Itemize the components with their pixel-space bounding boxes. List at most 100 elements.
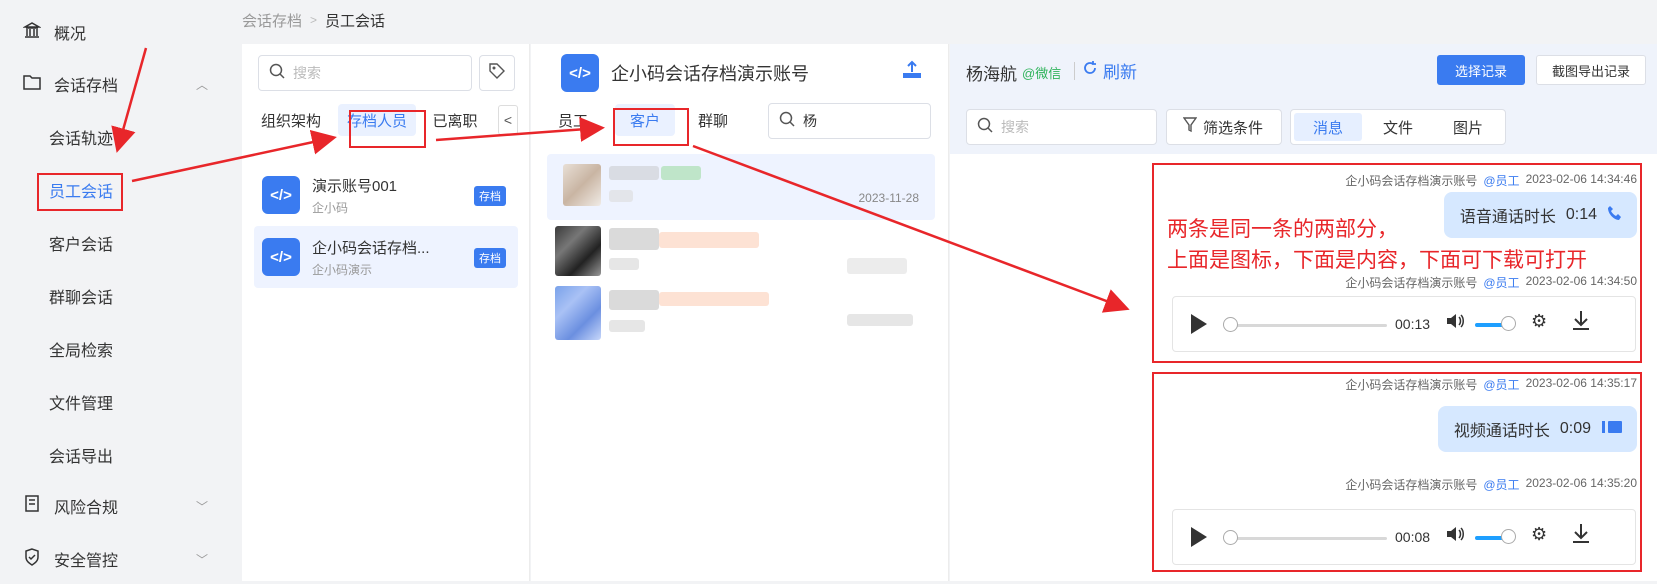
message-search-input[interactable]: 搜索 — [966, 109, 1157, 145]
account-row[interactable]: </> 演示账号001 企小码 存档 — [254, 164, 518, 226]
tab-org-structure[interactable]: 组织架构 — [252, 104, 330, 136]
blurred-name — [609, 228, 659, 250]
progress-knob[interactable] — [1223, 530, 1238, 545]
nav-label: 会话存档 — [54, 78, 119, 95]
search-icon — [779, 111, 795, 132]
nav-file-management[interactable]: 文件管理 — [0, 377, 230, 427]
segment-images[interactable]: 图片 — [1434, 113, 1502, 141]
avatar — [563, 164, 601, 206]
message-time: 2023-02-06 14:35:17 — [1525, 376, 1637, 390]
account-name: 演示账号001 — [312, 177, 398, 195]
refresh-label: 刷新 — [1103, 63, 1137, 82]
nav-customer-chat[interactable]: 客户会话 — [0, 218, 230, 268]
avatar — [555, 226, 601, 276]
sender-name: 企小码会话存档演示账号 — [1345, 174, 1478, 188]
list-item-date: 2023-11-28 — [858, 191, 920, 205]
nav-chat-trace[interactable]: 会话轨迹 — [0, 112, 230, 162]
call-duration: 0:09 — [1559, 420, 1591, 437]
progress-track[interactable] — [1231, 324, 1387, 327]
message-time: 2023-02-06 14:34:50 — [1525, 274, 1637, 288]
gear-icon[interactable]: ⚙ — [1531, 311, 1547, 332]
sender-name: 企小码会话存档演示账号 — [1345, 276, 1478, 290]
staff-search-input[interactable]: 搜索 — [258, 55, 472, 91]
message-type-segment: 消息 文件 图片 — [1290, 109, 1506, 145]
chat-search-input[interactable]: 杨 — [768, 103, 931, 139]
audio-player: 00:13 ⚙ — [1172, 296, 1636, 352]
voice-call-bubble[interactable]: 语音通话时长 0:14 — [1443, 192, 1637, 238]
select-records-button[interactable]: 选择记录 — [1437, 55, 1525, 85]
nav-label: 安全管控 — [54, 553, 119, 570]
message-meta: 企小码会话存档演示账号 @员工 2023-02-06 14:35:17 — [1345, 376, 1637, 393]
phone-icon — [1607, 205, 1623, 226]
tag-filter-button[interactable] — [479, 55, 515, 91]
breadcrumb-parent[interactable]: 会话存档 — [242, 10, 302, 31]
archive-badge: 存档 — [474, 186, 506, 206]
staff-panel: 搜索 组织架构 存档人员 已离职 < </> 演示账号001 企小码 存档 </… — [242, 44, 530, 581]
tab-staff[interactable]: 员工 — [543, 104, 603, 136]
list-item[interactable] — [547, 284, 935, 344]
annotation-text-line2: 上面是图标，下面是内容，下面可下载可打开 — [1167, 249, 1587, 272]
archive-badge: 存档 — [474, 248, 506, 268]
sender-name: 企小码会话存档演示账号 — [1345, 478, 1478, 492]
play-icon[interactable] — [1191, 314, 1207, 334]
nav-security[interactable]: 安全管控 ﹀ — [0, 534, 230, 584]
collapse-left-icon[interactable]: < — [498, 105, 518, 135]
search-icon — [977, 117, 993, 138]
contact-name: 杨海航 — [966, 65, 1017, 84]
blurred-tag — [659, 232, 759, 248]
code-logo-icon: </> — [262, 238, 300, 276]
tab-resigned[interactable]: 已离职 — [422, 104, 488, 136]
list-item[interactable]: 2023-11-28 — [547, 154, 935, 220]
nav-global-search[interactable]: 全局检索 — [0, 324, 230, 374]
tab-customer[interactable]: 客户 — [615, 104, 675, 136]
volume-knob[interactable] — [1501, 529, 1516, 544]
account-row[interactable]: </> 企小码会话存档... 企小码演示 存档 — [254, 226, 518, 288]
player-time: 00:13 — [1395, 316, 1431, 332]
nav-chat-archive[interactable]: 会话存档 ︿ — [0, 59, 230, 109]
refresh-button[interactable]: 刷新 — [1082, 58, 1137, 83]
tab-group[interactable]: 群聊 — [683, 104, 743, 136]
message-meta: 企小码会话存档演示账号 @员工 2023-02-06 14:35:20 — [1345, 476, 1637, 493]
segment-files[interactable]: 文件 — [1364, 113, 1432, 141]
volume-icon[interactable] — [1445, 312, 1465, 335]
refresh-icon — [1082, 60, 1098, 81]
sort-icon[interactable] — [901, 60, 923, 85]
tab-archived-staff[interactable]: 存档人员 — [338, 104, 416, 136]
audio-player: 00:08 ⚙ — [1172, 509, 1636, 565]
message-meta: 企小码会话存档演示账号 @员工 2023-02-06 14:34:50 — [1345, 274, 1637, 291]
nav-risk-compliance[interactable]: 风险合规 ﹀ — [0, 481, 230, 531]
sender-name: 企小码会话存档演示账号 — [1345, 378, 1478, 392]
sender-role: @员工 — [1483, 478, 1520, 492]
progress-knob[interactable] — [1223, 317, 1238, 332]
filter-label: 筛选条件 — [1203, 119, 1264, 137]
code-logo-icon: </> — [561, 54, 599, 92]
nav-label: 概况 — [54, 26, 87, 43]
volume-icon[interactable] — [1445, 525, 1465, 548]
download-icon[interactable] — [1571, 522, 1591, 550]
list-item[interactable] — [547, 224, 935, 284]
gear-icon[interactable]: ⚙ — [1531, 524, 1547, 545]
video-call-bubble[interactable]: 视频通话时长 0:09 — [1437, 406, 1637, 452]
chevron-right-icon: > — [310, 13, 318, 27]
search-placeholder: 搜索 — [1001, 119, 1029, 135]
filter-button[interactable]: 筛选条件 — [1166, 109, 1282, 145]
chevron-down-icon: ﹀ — [195, 552, 208, 567]
blurred-date — [847, 258, 907, 274]
nav-chat-export[interactable]: 会话导出 — [0, 430, 230, 480]
download-icon[interactable] — [1571, 309, 1591, 337]
nav-staff-chat[interactable]: 员工会话 — [0, 165, 230, 215]
blurred-tag — [659, 292, 769, 306]
volume-knob[interactable] — [1501, 316, 1516, 331]
nav-group-chat[interactable]: 群聊会话 — [0, 271, 230, 321]
nav-label: 会话轨迹 — [49, 131, 114, 148]
blurred-preview — [609, 320, 645, 332]
sidebar: 概况 会话存档 ︿ 会话轨迹 员工会话 客户会话 群聊会话 全局检索 文件管理 … — [0, 0, 240, 581]
segment-messages[interactable]: 消息 — [1294, 113, 1362, 141]
nav-label: 群聊会话 — [49, 290, 114, 307]
message-header: 杨海航 @微信 刷新 选择记录 截图导出记录 搜索 筛选条件 消息 文件 图片 — [950, 44, 1657, 154]
export-screenshot-button[interactable]: 截图导出记录 — [1536, 55, 1646, 85]
avatar — [555, 286, 601, 340]
play-icon[interactable] — [1191, 527, 1207, 547]
nav-overview[interactable]: 概况 — [0, 7, 230, 57]
progress-track[interactable] — [1231, 537, 1387, 540]
